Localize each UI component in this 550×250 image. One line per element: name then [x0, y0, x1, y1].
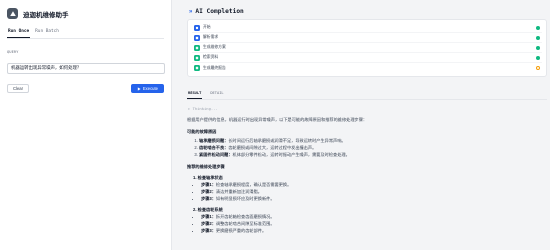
workflow-step: 开始 [192, 23, 542, 33]
app-title: 迪迦机维修助手 [23, 11, 69, 19]
list-item: 步骤2：调整齿轮啮合间隙至标准范围。 [201, 221, 547, 228]
query-label: QUERY [7, 49, 19, 54]
clear-button[interactable]: Clear [7, 84, 30, 93]
workflow-steps: 开始 解析需求 生成维修方案 检索资料 生成最终报告 [187, 19, 547, 77]
plan-heading: 推荐的维修处理步骤 [187, 164, 225, 170]
list-item: 齿轮啮合不良：齿轮磨损或间隙过大，运转过程中发出撞击声。 [199, 145, 547, 152]
query-input[interactable] [7, 62, 165, 74]
parse-icon [194, 34, 200, 41]
section-steps: 步骤1：检查轴承磨损程度，确认是否需要更换。 步骤2：清洁并重新加注润滑脂。 步… [201, 182, 547, 203]
result-intro: 根据用户提供的信息，机器运行时出现异常噪声，以下是可能的故障原因和推荐的维修处理… [187, 116, 368, 122]
list-item: 紧固件松动问题：机体部分零件松动，运转时振动产生噪声，需要及时检查处理。 [199, 152, 547, 159]
completion-header: » AI Completion [189, 8, 544, 15]
step-label: 检索资料 [203, 55, 219, 59]
input-panel: 迪迦机维修助手 Run Once Run Batch QUERY Clear E… [0, 0, 172, 250]
step-label: 开始 [203, 25, 211, 29]
step-label: 生成维修方案 [203, 45, 226, 49]
list-item: 步骤1：检查轴承磨损程度，确认是否需要更换。 [201, 182, 547, 189]
section-title: 1. 检查轴承状态 [193, 174, 223, 180]
section-title: 2. 检查齿轮系统 [193, 206, 223, 212]
result-tabs: RESULT DETAIL [187, 89, 547, 100]
start-icon [194, 24, 200, 31]
llm-icon [194, 44, 200, 51]
mode-tabs: Run Once Run Batch [7, 27, 164, 39]
execute-label: Execute [142, 86, 158, 91]
result-content: ▸ Thinking... 根据用户提供的信息，机器运行时出现异常噪声，以下是可… [187, 100, 547, 235]
causes-heading: 可能的故障原因 [187, 129, 217, 135]
execute-button[interactable]: Execute [130, 84, 164, 93]
status-done-icon [536, 35, 540, 40]
list-item: 步骤1：拆开齿轮箱检查齿面磨损情况。 [201, 214, 547, 221]
step-label: 生成最终报告 [203, 65, 226, 70]
status-done-icon [536, 45, 540, 50]
status-done-icon [536, 25, 540, 30]
workflow-step: 解析需求 [192, 33, 542, 43]
list-item: 步骤2：清洁并重新加注润滑脂。 [201, 189, 547, 196]
output-panel: » AI Completion 开始 解析需求 生成维修方案 检索资料 生成最终… [172, 0, 550, 250]
list-item: 步骤3：如有明显损坏应及时更换新件。 [201, 196, 547, 203]
app-logo-icon [7, 8, 18, 19]
play-icon [137, 86, 141, 91]
workflow-step: 检索资料 [192, 53, 542, 63]
status-done-icon [536, 55, 540, 60]
list-item: 轴承磨损问题：长时间运行后轴承磨损或润滑不足，导致运转时产生异常声响。 [199, 138, 547, 145]
section-steps: 步骤1：拆开齿轮箱检查齿面磨损情况。 步骤2：调整齿轮啮合间隙至标准范围。 步骤… [201, 214, 547, 235]
report-icon [194, 65, 200, 71]
tab-detail[interactable]: DETAIL [209, 89, 224, 99]
causes-list: 轴承磨损问题：长时间运行后轴承磨损或润滑不足，导致运转时产生异常声响。 齿轮啮合… [199, 138, 547, 159]
list-item: 步骤3：更换磨损严重的齿轮部件。 [201, 228, 547, 235]
completion-title: AI Completion [195, 8, 244, 15]
workflow-step: 生成最终报告 [192, 63, 542, 73]
double-chevron-icon: » [189, 8, 193, 15]
tab-result[interactable]: RESULT [187, 89, 203, 99]
tab-run-once[interactable]: Run Once [7, 27, 31, 38]
step-label: 解析需求 [203, 35, 219, 39]
status-pending-icon [536, 66, 540, 70]
form-actions: Clear Execute [7, 84, 164, 93]
brand: 迪迦机维修助手 [7, 8, 164, 19]
app-root: 迪迦机维修助手 Run Once Run Batch QUERY Clear E… [0, 0, 550, 250]
tab-run-batch[interactable]: Run Batch [34, 27, 60, 38]
thinking-toggle[interactable]: ▸ Thinking... [188, 106, 547, 112]
workflow-step: 生成维修方案 [192, 43, 542, 53]
retrieval-icon [194, 54, 200, 61]
